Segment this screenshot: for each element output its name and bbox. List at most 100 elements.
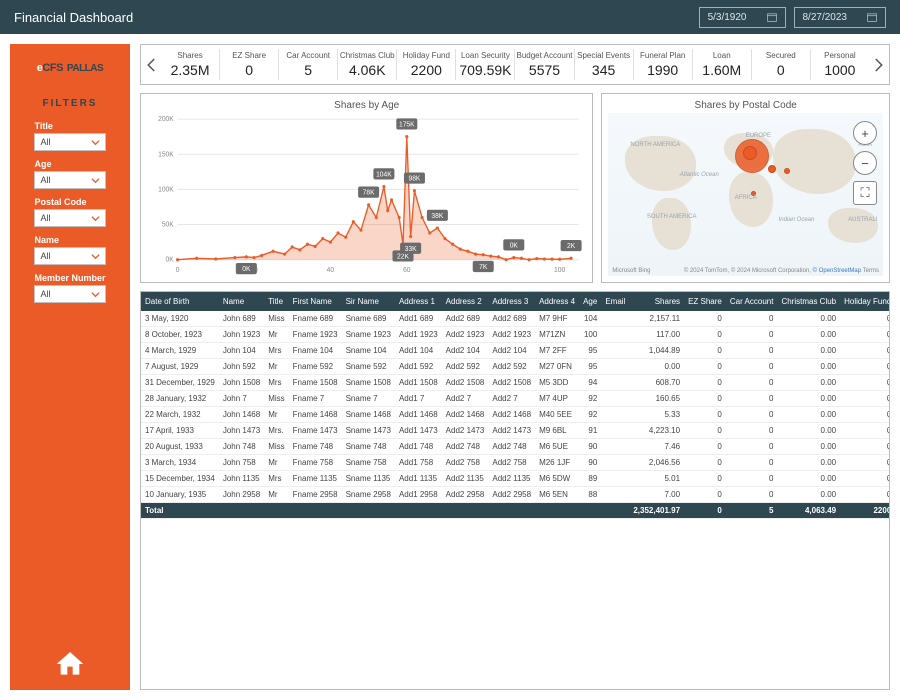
svg-text:0K: 0K	[242, 266, 251, 273]
ecfs-logo: eCFS	[37, 62, 63, 74]
svg-text:38K: 38K	[431, 213, 443, 220]
filter-select-name[interactable]: All	[34, 247, 105, 265]
map-label: Atlantic Ocean	[680, 172, 719, 178]
table-row[interactable]: 3 March, 1934John 758MrFname 758Sname 75…	[141, 455, 890, 471]
page-title: Financial Dashboard	[14, 10, 133, 25]
col-header[interactable]: Age	[579, 292, 601, 311]
filter-label: Member Number	[34, 273, 105, 283]
svg-text:175K: 175K	[399, 121, 415, 128]
table-row[interactable]: 3 May, 1920John 689MissFname 689Sname 68…	[141, 311, 890, 327]
filter-select-age[interactable]: All	[34, 171, 105, 189]
pallas-logo: PALLAS	[67, 63, 103, 74]
map-label: EUROPE	[746, 133, 771, 139]
table-row[interactable]: 28 January, 1932John 7MissFname 7Sname 7…	[141, 391, 890, 407]
col-header[interactable]: Address 4	[535, 292, 579, 311]
kpi-card[interactable]: Shares2.35M	[161, 49, 220, 80]
kpi-card[interactable]: Secured0	[752, 49, 811, 80]
map-label: SOUTH AMERICA	[647, 214, 697, 220]
svg-text:0: 0	[176, 267, 180, 274]
filter-label: Age	[34, 159, 105, 169]
kpi-card[interactable]: Holiday Fund2200	[397, 49, 456, 80]
map-title: Shares by Postal Code	[608, 100, 883, 111]
table-row[interactable]: 20 August, 1933John 748MissFname 748Snam…	[141, 439, 890, 455]
svg-text:7K: 7K	[479, 264, 488, 271]
kpi-card[interactable]: Loan1.60M	[693, 49, 752, 80]
svg-text:150K: 150K	[158, 151, 174, 158]
svg-text:33K: 33K	[405, 246, 417, 253]
table-row[interactable]: 31 December, 1929John 1508MrsFname 1508S…	[141, 375, 890, 391]
date-to-picker[interactable]: 8/27/2023	[794, 7, 887, 28]
col-header[interactable]: Date of Birth	[141, 292, 219, 311]
filter-label: Title	[34, 121, 105, 131]
svg-text:0K: 0K	[166, 257, 175, 264]
map-zoom-out[interactable]: −	[853, 151, 877, 175]
date-from-picker[interactable]: 5/3/1920	[699, 7, 786, 28]
col-header[interactable]: Name	[219, 292, 264, 311]
svg-text:100K: 100K	[158, 186, 174, 193]
filter-label: Name	[34, 235, 105, 245]
col-header[interactable]: Address 3	[488, 292, 535, 311]
home-icon[interactable]	[54, 648, 86, 680]
table-row[interactable]: 7 August, 1929John 592MrFname 592Sname 5…	[141, 359, 890, 375]
map-label: Indian Ocean	[779, 217, 815, 223]
kpi-card[interactable]: Loan Security709.59K	[456, 49, 515, 80]
map-label: NORTH AMERICA	[630, 142, 680, 148]
kpi-row: Shares2.35MEZ Share0Car Account5Christma…	[140, 44, 890, 85]
col-header[interactable]: Email	[601, 292, 629, 311]
col-header[interactable]: Title	[264, 292, 288, 311]
topbar: Financial Dashboard 5/3/1920 8/27/2023	[0, 0, 900, 34]
col-header[interactable]: Shares	[629, 292, 684, 311]
filter-select-postal-code[interactable]: All	[34, 209, 105, 227]
map-attribution: Microsoft Bing © 2024 TomTom, © 2024 Mic…	[608, 268, 883, 274]
kpi-scroll-left[interactable]	[143, 56, 161, 74]
svg-text:100: 100	[554, 267, 565, 274]
table-row[interactable]: 17 April, 1933John 1473Mrs.Fname 1473Sna…	[141, 423, 890, 439]
table-row[interactable]: 22 March, 1932John 1468MrFname 1468Sname…	[141, 407, 890, 423]
kpi-card[interactable]: Personal1000	[811, 49, 869, 80]
table-row[interactable]: 4 March, 1929John 104MrsFname 104Sname 1…	[141, 343, 890, 359]
calendar-icon	[767, 12, 777, 22]
svg-text:0K: 0K	[510, 242, 519, 249]
table-row[interactable]: 10 January, 1935John 2958MrFname 2958Sna…	[141, 487, 890, 503]
table-total-row: Total2,352,401.97054,063.492200709,589.1…	[141, 503, 890, 519]
svg-text:40: 40	[327, 267, 335, 274]
svg-text:200K: 200K	[158, 116, 174, 123]
col-header[interactable]: Address 1	[395, 292, 442, 311]
col-header[interactable]: EZ Share	[684, 292, 726, 311]
map-reset[interactable]: ⛶	[853, 181, 877, 205]
kpi-card[interactable]: Budget Account5575	[515, 49, 574, 80]
svg-text:78K: 78K	[363, 190, 375, 197]
map-zoom-in[interactable]: +	[853, 121, 877, 145]
map-label: AUSTRALI	[848, 217, 877, 223]
kpi-card[interactable]: Special Events345	[575, 49, 634, 80]
svg-text:2K: 2K	[567, 243, 576, 250]
kpi-card[interactable]: Christmas Club4.06K	[338, 49, 397, 80]
col-header[interactable]: Holiday Fund	[840, 292, 890, 311]
kpi-card[interactable]: EZ Share0	[220, 49, 279, 80]
shares-by-postal-code-map[interactable]: Shares by Postal Code NORTH AMERICA EURO…	[601, 93, 890, 283]
col-header[interactable]: Christmas Club	[777, 292, 840, 311]
date-from-value: 5/3/1920	[708, 12, 747, 23]
kpi-card[interactable]: Car Account5	[279, 49, 338, 80]
calendar-icon	[867, 12, 877, 22]
logo-row: eCFS PALLAS	[37, 54, 103, 82]
col-header[interactable]: Car Account	[726, 292, 778, 311]
svg-text:50K: 50K	[162, 221, 174, 228]
filter-select-member-number[interactable]: All	[34, 285, 105, 303]
col-header[interactable]: First Name	[289, 292, 342, 311]
col-header[interactable]: Address 2	[442, 292, 489, 311]
shares-by-age-chart: Shares by Age 0K50K100K150K200K020406080…	[140, 93, 593, 283]
filter-select-title[interactable]: All	[34, 133, 105, 151]
svg-text:60: 60	[403, 267, 411, 274]
osm-link[interactable]: © OpenStreetMap	[813, 268, 861, 274]
data-table[interactable]: Date of BirthNameTitleFirst NameSir Name…	[140, 291, 890, 690]
kpi-card[interactable]: Funeral Plan1990	[634, 49, 693, 80]
svg-text:104K: 104K	[376, 171, 392, 178]
filters-sidebar: eCFS PALLAS FILTERS TitleAllAgeAllPostal…	[10, 44, 130, 690]
svg-text:22K: 22K	[397, 253, 409, 260]
date-to-value: 8/27/2023	[803, 12, 848, 23]
table-row[interactable]: 8 October, 1923John 1923MrFname 1923Snam…	[141, 327, 890, 343]
kpi-scroll-right[interactable]	[869, 56, 887, 74]
table-row[interactable]: 15 December, 1934John 1135MrsFname 1135S…	[141, 471, 890, 487]
col-header[interactable]: Sir Name	[342, 292, 395, 311]
